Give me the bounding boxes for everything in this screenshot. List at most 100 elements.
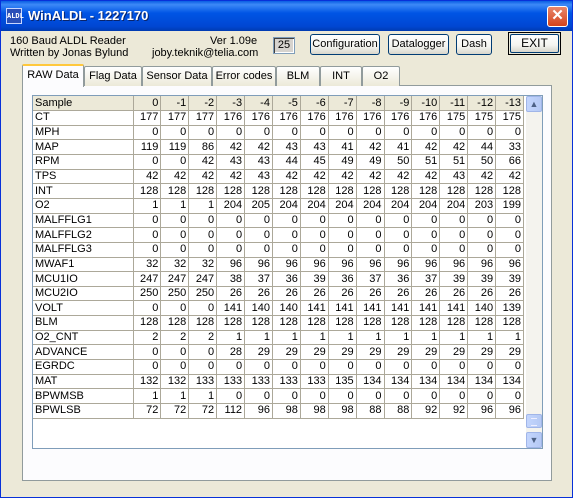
- configuration-button[interactable]: Configuration: [310, 34, 380, 55]
- row-label: CT: [33, 110, 134, 126]
- table-cell: 43: [216, 154, 246, 170]
- table-cell: 26: [244, 286, 273, 302]
- table-cell: 134: [356, 374, 385, 390]
- table-cell: 42: [216, 139, 246, 156]
- table-row: MPH 0 0 0 0 0 0 0 0 0 0 0 0 0 0: [33, 125, 524, 141]
- table-cell: 0: [160, 300, 190, 317]
- table-cell: 37: [244, 271, 273, 287]
- table-cell: 1: [160, 198, 190, 214]
- title-bar[interactable]: ALDL WinALDL - 1227170 ✕: [1, 1, 572, 31]
- table-cell: 26: [495, 286, 524, 302]
- table-cell: 139: [495, 300, 524, 317]
- table-cell: 1: [133, 198, 162, 214]
- table-cell: 176: [384, 110, 413, 126]
- table-cell: 42: [467, 169, 497, 185]
- table-cell: 132: [160, 374, 190, 390]
- table-cell: 0: [495, 388, 524, 404]
- datalogger-button[interactable]: Datalogger: [388, 34, 449, 55]
- grid-column-header: -8: [356, 96, 385, 112]
- table-cell: 135: [328, 374, 357, 390]
- table-cell: 0: [133, 154, 162, 170]
- tab-blm[interactable]: BLM: [276, 66, 320, 86]
- table-cell: 43: [244, 169, 273, 185]
- table-cell: 96: [384, 257, 413, 273]
- table-cell: 175: [495, 110, 524, 126]
- table-cell: 0: [133, 213, 162, 229]
- table-cell: 96: [439, 257, 469, 273]
- table-cell: 1: [328, 330, 357, 346]
- grid-column-header: -7: [328, 96, 357, 112]
- table-cell: 128: [300, 315, 329, 331]
- grid-column-header: -2: [188, 96, 218, 112]
- tab-raw-data[interactable]: RAW Data: [22, 64, 84, 87]
- tab-flag-data[interactable]: Flag Data: [84, 66, 142, 86]
- table-cell: 42: [328, 169, 357, 185]
- table-cell: 141: [411, 300, 441, 317]
- window-title: WinALDL - 1227170: [28, 8, 149, 23]
- table-cell: 29: [328, 344, 357, 361]
- table-cell: 1: [384, 330, 413, 346]
- table-cell: 0: [160, 344, 190, 361]
- table-cell: 132: [133, 374, 162, 390]
- table-cell: 0: [467, 359, 497, 375]
- table-cell: 0: [244, 125, 273, 141]
- dash-button[interactable]: Dash: [456, 34, 492, 55]
- vertical-scrollbar[interactable]: ▲ ▼: [526, 96, 542, 448]
- table-cell: 29: [300, 344, 329, 361]
- table-cell: 134: [439, 374, 469, 390]
- tab-o2[interactable]: O2: [362, 66, 400, 86]
- table-cell: 1: [356, 330, 385, 346]
- table-cell: 0: [272, 359, 301, 375]
- exit-button[interactable]: EXIT: [508, 32, 561, 55]
- row-label: MCU1IO: [33, 271, 134, 287]
- table-cell: 0: [328, 242, 357, 258]
- tab-error-codes[interactable]: Error codes: [212, 66, 276, 86]
- table-cell: 0: [328, 227, 357, 243]
- table-cell: 140: [244, 300, 273, 317]
- table-row: ADVANCE 0 0 0 28 29 29 29 29 29 29 29 29 29 29: [33, 344, 524, 361]
- table-cell: 199: [495, 198, 524, 214]
- table-cell: 0: [216, 213, 246, 229]
- table-cell: 2: [133, 330, 162, 346]
- table-cell: 0: [244, 242, 273, 258]
- table-cell: 250: [160, 286, 190, 302]
- scroll-down-button[interactable]: ▼: [526, 432, 542, 448]
- table-cell: 0: [300, 242, 329, 258]
- author-text: Written by Jonas Bylund: [10, 47, 129, 59]
- table-cell: 0: [244, 359, 273, 375]
- table-cell: 176: [300, 110, 329, 126]
- table-cell: 0: [244, 213, 273, 229]
- row-label: BPWLSB: [33, 403, 134, 419]
- table-cell: 38: [216, 271, 246, 287]
- table-cell: 96: [244, 257, 273, 273]
- row-label: MAP: [33, 139, 134, 156]
- table-cell: 204: [384, 198, 413, 214]
- tab-int[interactable]: INT: [320, 66, 362, 86]
- table-cell: 0: [439, 227, 469, 243]
- tab-sensor-data[interactable]: Sensor Data: [142, 66, 212, 86]
- table-cell: 41: [384, 139, 413, 156]
- scroll-up-button[interactable]: ▲: [526, 96, 542, 112]
- table-cell: 72: [188, 403, 218, 419]
- table-cell: 42: [188, 169, 218, 185]
- table-cell: 133: [216, 374, 246, 390]
- table-cell: 1: [244, 330, 273, 346]
- table-cell: 39: [467, 271, 497, 287]
- table-cell: 50: [384, 154, 413, 170]
- table-cell: 26: [300, 286, 329, 302]
- table-cell: 0: [188, 300, 218, 317]
- scroll-thumb[interactable]: [526, 414, 542, 428]
- table-cell: 250: [188, 286, 218, 302]
- row-label: EGRDC: [33, 359, 134, 375]
- table-cell: 0: [328, 125, 357, 141]
- table-cell: 204: [216, 198, 246, 214]
- table-cell: 1: [439, 330, 469, 346]
- table-cell: 128: [300, 183, 329, 199]
- table-cell: 0: [384, 125, 413, 141]
- sample-count-field[interactable]: 25: [273, 37, 295, 54]
- close-button[interactable]: ✕: [547, 6, 568, 27]
- table-cell: 250: [133, 286, 162, 302]
- table-cell: 42: [300, 169, 329, 185]
- raw-data-grid[interactable]: Sample 0 -1 -2 -3 -4 -5 -6 -7 -8 -9 -10 -11 -12 -13 CT 1…: [32, 95, 543, 449]
- table-row: MCU2IO 250 250 250 26 26 26 26 26 26 26 26 26 26 26: [33, 286, 524, 302]
